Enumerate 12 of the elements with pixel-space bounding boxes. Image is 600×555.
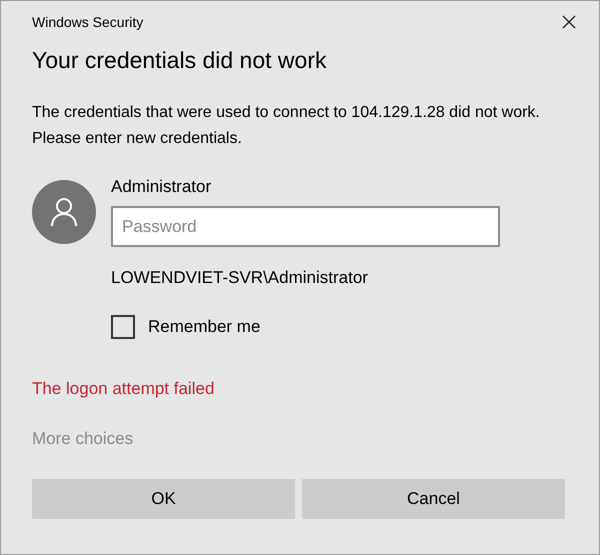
domain-user: LOWENDVIET-SVR\Administrator — [111, 267, 369, 289]
remember-label: Remember me — [148, 316, 260, 338]
dialog-heading: Your credentials did not work — [32, 46, 328, 75]
password-field[interactable]: Password — [111, 206, 500, 247]
message-text: The credentials that were used to connect to 104.129.1.28 did not work. Please enter new credentials. — [32, 103, 541, 149]
error-text: The logon attempt failed — [32, 378, 216, 400]
account-name: Administrator — [111, 176, 212, 198]
window-title: Windows Security — [32, 12, 144, 32]
remember-checkbox[interactable] — [111, 314, 135, 339]
close-icon — [562, 15, 576, 29]
cancel-button[interactable]: Cancel — [302, 478, 565, 518]
ok-button[interactable]: OK — [32, 478, 295, 518]
